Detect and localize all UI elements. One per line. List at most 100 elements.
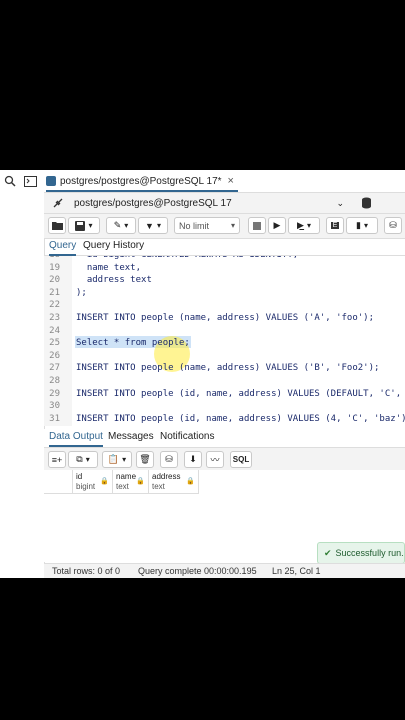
lock-icon: 🔒 xyxy=(186,478,195,485)
stop-button[interactable] xyxy=(248,217,266,234)
limit-select[interactable]: No limit ▾ xyxy=(174,217,240,234)
query-toolbar: ▾ ✎ ▾ ▼ ▾ No limit ▾ ▶ ▶̲ ▾ E ▮ ▾ ⛁ xyxy=(44,214,405,239)
chevron-down-icon: ▾ xyxy=(363,221,368,230)
code-line: id bigint GENERATED ALWAYS AS IDENTITY, xyxy=(76,256,298,260)
column-header-id[interactable]: id bigint 🔒 xyxy=(73,470,113,494)
line-number: 25 xyxy=(49,338,60,349)
graph-icon: 〰 xyxy=(210,455,220,465)
pencil-icon: ✎ xyxy=(113,220,122,230)
copy-icon: ⧉ xyxy=(76,454,83,464)
chevron-down-icon: ⌄ xyxy=(336,197,344,208)
code-line: name text, xyxy=(76,262,142,273)
lock-icon: 🔒 xyxy=(136,478,145,485)
cursor-position: Ln 25, Col 1 xyxy=(272,566,321,576)
line-number: 18 xyxy=(44,256,60,260)
column-header-address[interactable]: address text 🔒 xyxy=(149,470,199,494)
save-data-button[interactable]: ⛁ xyxy=(160,451,178,468)
code-line: INSERT INTO people (name, address) VALUE… xyxy=(76,363,380,374)
delete-button[interactable]: 🗑 xyxy=(136,451,154,468)
download-icon: ⬇ xyxy=(189,454,197,464)
chevron-down-icon: ▾ xyxy=(306,221,311,230)
line-number: 28 xyxy=(49,376,60,386)
code-line: ); xyxy=(76,287,87,298)
chevron-down-icon: ▾ xyxy=(85,455,90,464)
limit-value: No limit xyxy=(179,220,210,231)
chevron-down-icon: ▾ xyxy=(124,221,129,230)
add-row-icon: ≡+ xyxy=(51,454,63,465)
line-number: 30 xyxy=(49,401,60,412)
line-number: 21 xyxy=(49,287,60,298)
line-number: 20 xyxy=(49,275,60,286)
output-tabs: Data Output Messages Notifications xyxy=(44,429,405,448)
sql-button[interactable]: SQL xyxy=(230,451,252,468)
code-line: address text xyxy=(76,275,152,286)
paste-icon: 📋 xyxy=(107,454,120,464)
filter-button[interactable]: ▼ ▾ xyxy=(138,217,168,234)
terminal-icon[interactable] xyxy=(22,173,38,189)
play-icon: ▶ xyxy=(273,220,281,230)
explain-button[interactable]: E xyxy=(326,217,344,234)
query-tab-title: postgres/postgres@PostgreSQL 17* xyxy=(60,175,222,187)
line-number: 19 xyxy=(49,262,60,273)
tab-messages[interactable]: Messages xyxy=(108,431,154,445)
add-row-button[interactable]: ≡+ xyxy=(48,451,66,468)
graph-button[interactable]: 〰 xyxy=(206,451,224,468)
search-icon[interactable] xyxy=(2,173,18,189)
copy-button[interactable]: ⧉ ▾ xyxy=(68,451,98,468)
query-subtabs: Query Query History xyxy=(44,238,405,256)
status-bar: Total rows: 0 of 0 Query complete 00:00:… xyxy=(44,563,405,578)
line-number: 22 xyxy=(49,300,60,311)
chevron-down-icon: ▾ xyxy=(230,221,235,230)
check-circle-icon: ✔ xyxy=(324,547,332,558)
query-tool-window: postgres/postgres@PostgreSQL 17* × postg… xyxy=(0,170,405,578)
code-line: Select * from people; xyxy=(76,338,190,349)
database-stack-icon[interactable] xyxy=(358,195,374,211)
connection-row: postgres/postgres@PostgreSQL 17 ⌄ xyxy=(44,193,405,214)
save-data-icon: ⛁ xyxy=(165,454,173,464)
download-button[interactable]: ⬇ xyxy=(184,451,202,468)
connection-label: postgres/postgres@PostgreSQL 17 xyxy=(74,197,232,209)
line-number: 24 xyxy=(49,325,60,336)
query-tab[interactable]: postgres/postgres@PostgreSQL 17* × xyxy=(46,172,238,192)
open-file-button[interactable] xyxy=(48,217,66,234)
tab-query-history[interactable]: Query History xyxy=(83,240,144,254)
data-toolbar: ≡+ ⧉ ▾ 📋 ▾ 🗑 ⛁ ⬇ 〰 SQL xyxy=(44,448,405,471)
connection-select[interactable]: postgres/postgres@PostgreSQL 17 ⌄ xyxy=(74,196,344,210)
commit-button[interactable]: ⛁ xyxy=(384,217,402,234)
play-step-icon: ▶̲ xyxy=(297,220,304,230)
save-button[interactable]: ▾ xyxy=(68,217,100,234)
code-line: INSERT INTO people (id, name, address) V… xyxy=(76,388,402,399)
close-icon[interactable]: × xyxy=(228,175,234,187)
sql-editor[interactable]: 18 id bigint GENERATED ALWAYS AS IDENTIT… xyxy=(44,256,405,426)
toast-message: Successfully run. xyxy=(335,548,404,558)
code-line: INSERT INTO people (id, name, address) V… xyxy=(76,413,405,424)
line-number: 26 xyxy=(49,350,60,361)
paste-button[interactable]: 📋 ▾ xyxy=(102,451,132,468)
filter-icon: ▼ xyxy=(145,220,154,231)
explain-icon: E xyxy=(330,222,340,229)
chevron-down-icon: ▾ xyxy=(156,221,161,230)
row-number-header xyxy=(44,470,73,494)
line-number: 23 xyxy=(49,313,60,323)
line-number: 29 xyxy=(49,388,60,399)
column-header-name[interactable]: name text 🔒 xyxy=(113,470,149,494)
plug-icon[interactable] xyxy=(50,195,66,211)
trash-icon: 🗑 xyxy=(139,454,151,464)
query-status: Query complete 00:00:00.195 xyxy=(138,566,257,576)
execute-options-button[interactable]: ▶̲ ▾ xyxy=(288,217,320,234)
tab-notifications[interactable]: Notifications xyxy=(160,431,214,445)
chevron-down-icon: ▾ xyxy=(88,221,93,230)
code-line: INSERT INTO people (name, address) VALUE… xyxy=(76,313,375,323)
execute-button[interactable]: ▶ xyxy=(268,217,286,234)
success-toast: ✔ Successfully run. xyxy=(317,542,405,564)
chart-icon: ▮ xyxy=(356,220,361,230)
line-number: 31 xyxy=(49,413,60,424)
tab-data-output[interactable]: Data Output xyxy=(49,431,103,447)
total-rows: Total rows: 0 of 0 xyxy=(52,566,121,576)
database-icon: ⛁ xyxy=(389,220,397,230)
lock-icon: 🔒 xyxy=(100,478,109,485)
explain-analyze-button[interactable]: ▮ ▾ xyxy=(346,217,378,234)
database-icon xyxy=(46,176,56,186)
edit-button[interactable]: ✎ ▾ xyxy=(106,217,136,234)
tab-query[interactable]: Query xyxy=(49,240,77,256)
